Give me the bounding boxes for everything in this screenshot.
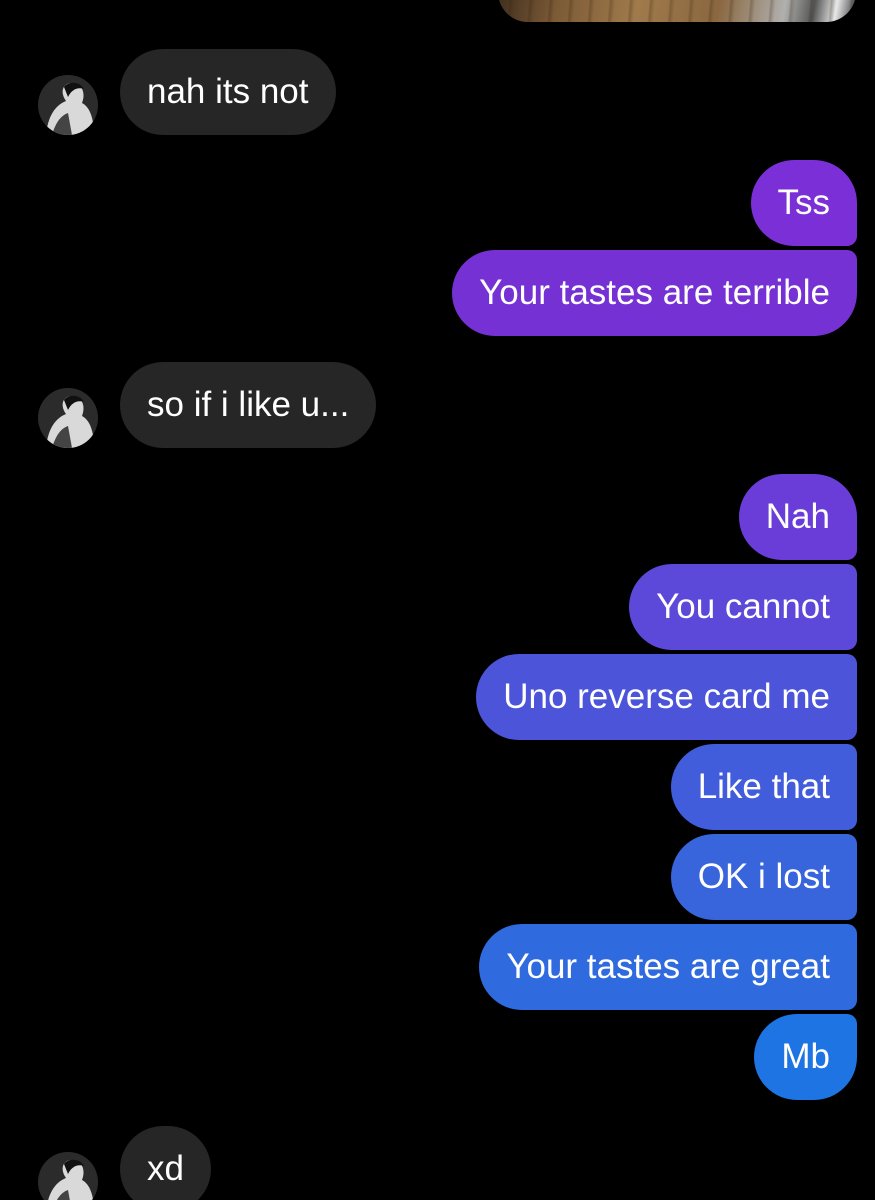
avatar-image — [38, 388, 98, 448]
contact-avatar[interactable] — [38, 388, 98, 448]
sent-message[interactable]: OK i lost — [670, 834, 857, 920]
received-message[interactable]: so if i like u... — [120, 362, 377, 448]
received-message[interactable]: xd — [120, 1126, 211, 1200]
chat-thread[interactable]: nah its not Tss Your tastes are terrible… — [0, 0, 875, 1200]
contact-avatar[interactable] — [38, 75, 98, 135]
sent-message[interactable]: Like that — [670, 744, 857, 830]
sent-message[interactable]: Your tastes are great — [479, 924, 857, 1010]
avatar-image — [38, 1152, 98, 1200]
sent-message[interactable]: Tss — [750, 160, 857, 246]
sent-message[interactable]: Uno reverse card me — [476, 654, 857, 740]
received-message[interactable]: nah its not — [120, 49, 336, 135]
sent-message[interactable]: Mb — [754, 1014, 857, 1100]
sent-message[interactable]: Your tastes are terrible — [452, 250, 857, 336]
avatar-image — [38, 75, 98, 135]
sent-message[interactable]: You cannot — [629, 564, 857, 650]
shared-photo[interactable] — [498, 0, 856, 22]
sent-message[interactable]: Nah — [738, 474, 857, 560]
photo-texture — [498, 0, 856, 22]
contact-avatar[interactable] — [38, 1152, 98, 1200]
